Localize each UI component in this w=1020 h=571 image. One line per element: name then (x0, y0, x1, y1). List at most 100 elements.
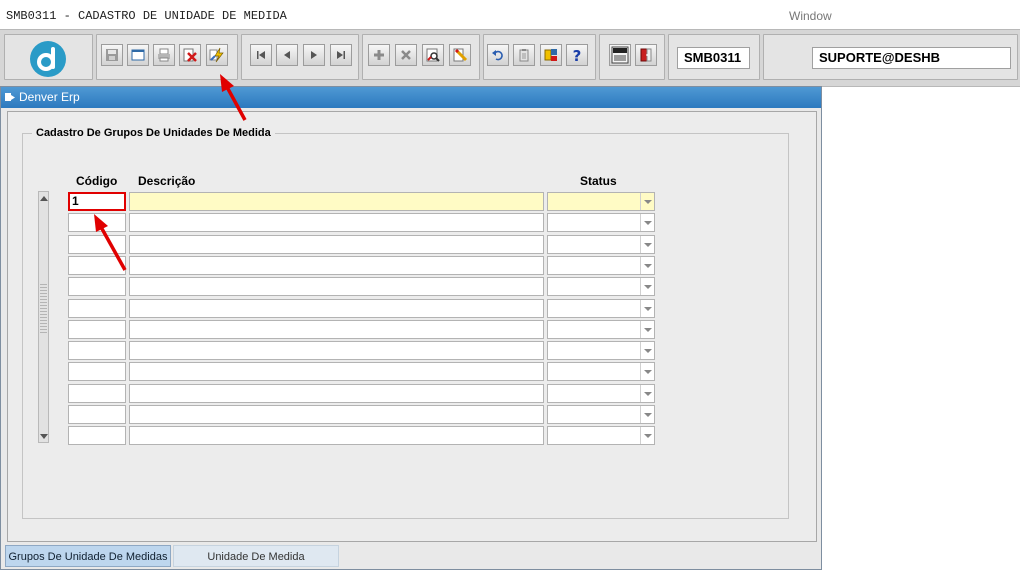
logo-group (4, 34, 93, 80)
status-select[interactable] (547, 384, 655, 403)
descricao-field[interactable] (129, 341, 544, 360)
codigo-field[interactable] (68, 341, 126, 360)
descricao-field[interactable] (129, 384, 544, 403)
exit-button[interactable] (179, 44, 201, 66)
menu-button[interactable] (609, 44, 631, 66)
paste-button[interactable] (513, 44, 535, 66)
codigo-field[interactable] (68, 320, 126, 339)
status-select[interactable] (547, 192, 655, 211)
insert-record-button[interactable] (368, 44, 390, 66)
first-record-icon (257, 51, 265, 59)
status-select[interactable] (547, 213, 655, 232)
menu-icon (611, 46, 629, 64)
list-values-icon (544, 49, 557, 61)
window-menu[interactable]: Window (789, 9, 832, 23)
status-select[interactable] (547, 341, 655, 360)
descricao-field[interactable] (129, 235, 544, 254)
codigo-field[interactable] (68, 405, 126, 424)
next-record-button[interactable] (303, 44, 325, 66)
last-record-icon (337, 51, 345, 59)
descricao-field[interactable] (129, 320, 544, 339)
status-select[interactable] (547, 235, 655, 254)
descricao-field[interactable] (129, 405, 544, 424)
status-select[interactable] (547, 426, 655, 445)
logout-button[interactable] (635, 44, 657, 66)
codigo-field[interactable] (68, 426, 126, 445)
query-button[interactable] (422, 44, 444, 66)
lightning-icon (209, 47, 224, 63)
chevron-down-icon[interactable] (640, 257, 654, 274)
status-select[interactable] (547, 256, 655, 275)
save-button[interactable] (101, 44, 123, 66)
descricao-field[interactable] (129, 299, 544, 318)
descricao-field[interactable] (129, 362, 544, 381)
frame-title: Cadastro De Grupos De Unidades De Medida (32, 127, 275, 139)
list-values-button[interactable] (540, 44, 562, 66)
scroll-down-arrow-icon[interactable] (39, 431, 48, 442)
vertical-scrollbar[interactable] (38, 191, 49, 443)
codigo-field[interactable] (68, 362, 126, 381)
status-select[interactable] (547, 277, 655, 296)
main-window: Denver Erp Cadastro De Grupos De Unidade… (0, 86, 822, 570)
module-code-field: SMB0311 (677, 47, 750, 69)
codigo-field[interactable]: 1 (68, 192, 126, 211)
menu-bar: SMB0311 - CADASTRO DE UNIDADE DE MEDIDA … (0, 0, 1020, 30)
window-button[interactable] (127, 44, 149, 66)
delete-x-icon (401, 50, 411, 60)
window-app-icon (5, 93, 15, 101)
door-exit-icon (640, 48, 652, 62)
chevron-down-icon[interactable] (640, 427, 654, 444)
descricao-field[interactable] (129, 426, 544, 445)
print-button[interactable] (153, 44, 175, 66)
codigo-field[interactable] (68, 256, 126, 275)
tab-unidade-medida[interactable]: Unidade De Medida (173, 545, 339, 567)
floppy-icon (106, 49, 118, 61)
last-record-button[interactable] (330, 44, 352, 66)
plus-icon (374, 50, 384, 60)
chevron-down-icon[interactable] (640, 321, 654, 338)
descricao-field[interactable] (129, 256, 544, 275)
status-select[interactable] (547, 320, 655, 339)
descricao-field[interactable] (129, 277, 544, 296)
clear-button[interactable] (449, 44, 471, 66)
descricao-field[interactable] (129, 213, 544, 232)
chevron-down-icon[interactable] (640, 236, 654, 253)
chevron-down-icon[interactable] (640, 385, 654, 402)
chevron-down-icon[interactable] (640, 342, 654, 359)
toolbar: ? SMB0311 SUPORTE@DESHB (0, 29, 1020, 87)
undo-icon (492, 50, 503, 61)
user-field: SUPORTE@DESHB (812, 47, 1011, 69)
status-select[interactable] (547, 362, 655, 381)
window-title: Denver Erp (19, 90, 80, 104)
chevron-down-icon[interactable] (640, 193, 654, 210)
codigo-field[interactable] (68, 384, 126, 403)
tab-grupos-unidade-medidas[interactable]: Grupos De Unidade De Medidas (5, 545, 171, 567)
scroll-thumb[interactable] (40, 282, 47, 334)
codigo-field[interactable] (68, 235, 126, 254)
clipboard-icon (519, 49, 529, 62)
chevron-down-icon[interactable] (640, 278, 654, 295)
help-icon: ? (573, 47, 582, 63)
window-title-bar[interactable]: Denver Erp (1, 87, 821, 108)
chevron-down-icon[interactable] (640, 300, 654, 317)
scroll-up-arrow-icon[interactable] (39, 192, 48, 203)
execute-button[interactable] (206, 44, 228, 66)
delete-record-button[interactable] (395, 44, 417, 66)
printer-icon (158, 48, 170, 62)
chevron-down-icon[interactable] (640, 363, 654, 380)
undo-button[interactable] (487, 44, 509, 66)
form-title-menu[interactable]: SMB0311 - CADASTRO DE UNIDADE DE MEDIDA (6, 9, 287, 23)
previous-record-icon (284, 51, 290, 59)
codigo-field[interactable] (68, 299, 126, 318)
codigo-field[interactable] (68, 213, 126, 232)
first-record-button[interactable] (250, 44, 272, 66)
status-select[interactable] (547, 299, 655, 318)
status-select[interactable] (547, 405, 655, 424)
codigo-field[interactable] (68, 277, 126, 296)
help-button[interactable]: ? (566, 44, 588, 66)
chevron-down-icon[interactable] (640, 406, 654, 423)
chevron-down-icon[interactable] (640, 214, 654, 231)
column-header-status: Status (580, 174, 617, 188)
descricao-field[interactable] (129, 192, 544, 211)
previous-record-button[interactable] (276, 44, 298, 66)
